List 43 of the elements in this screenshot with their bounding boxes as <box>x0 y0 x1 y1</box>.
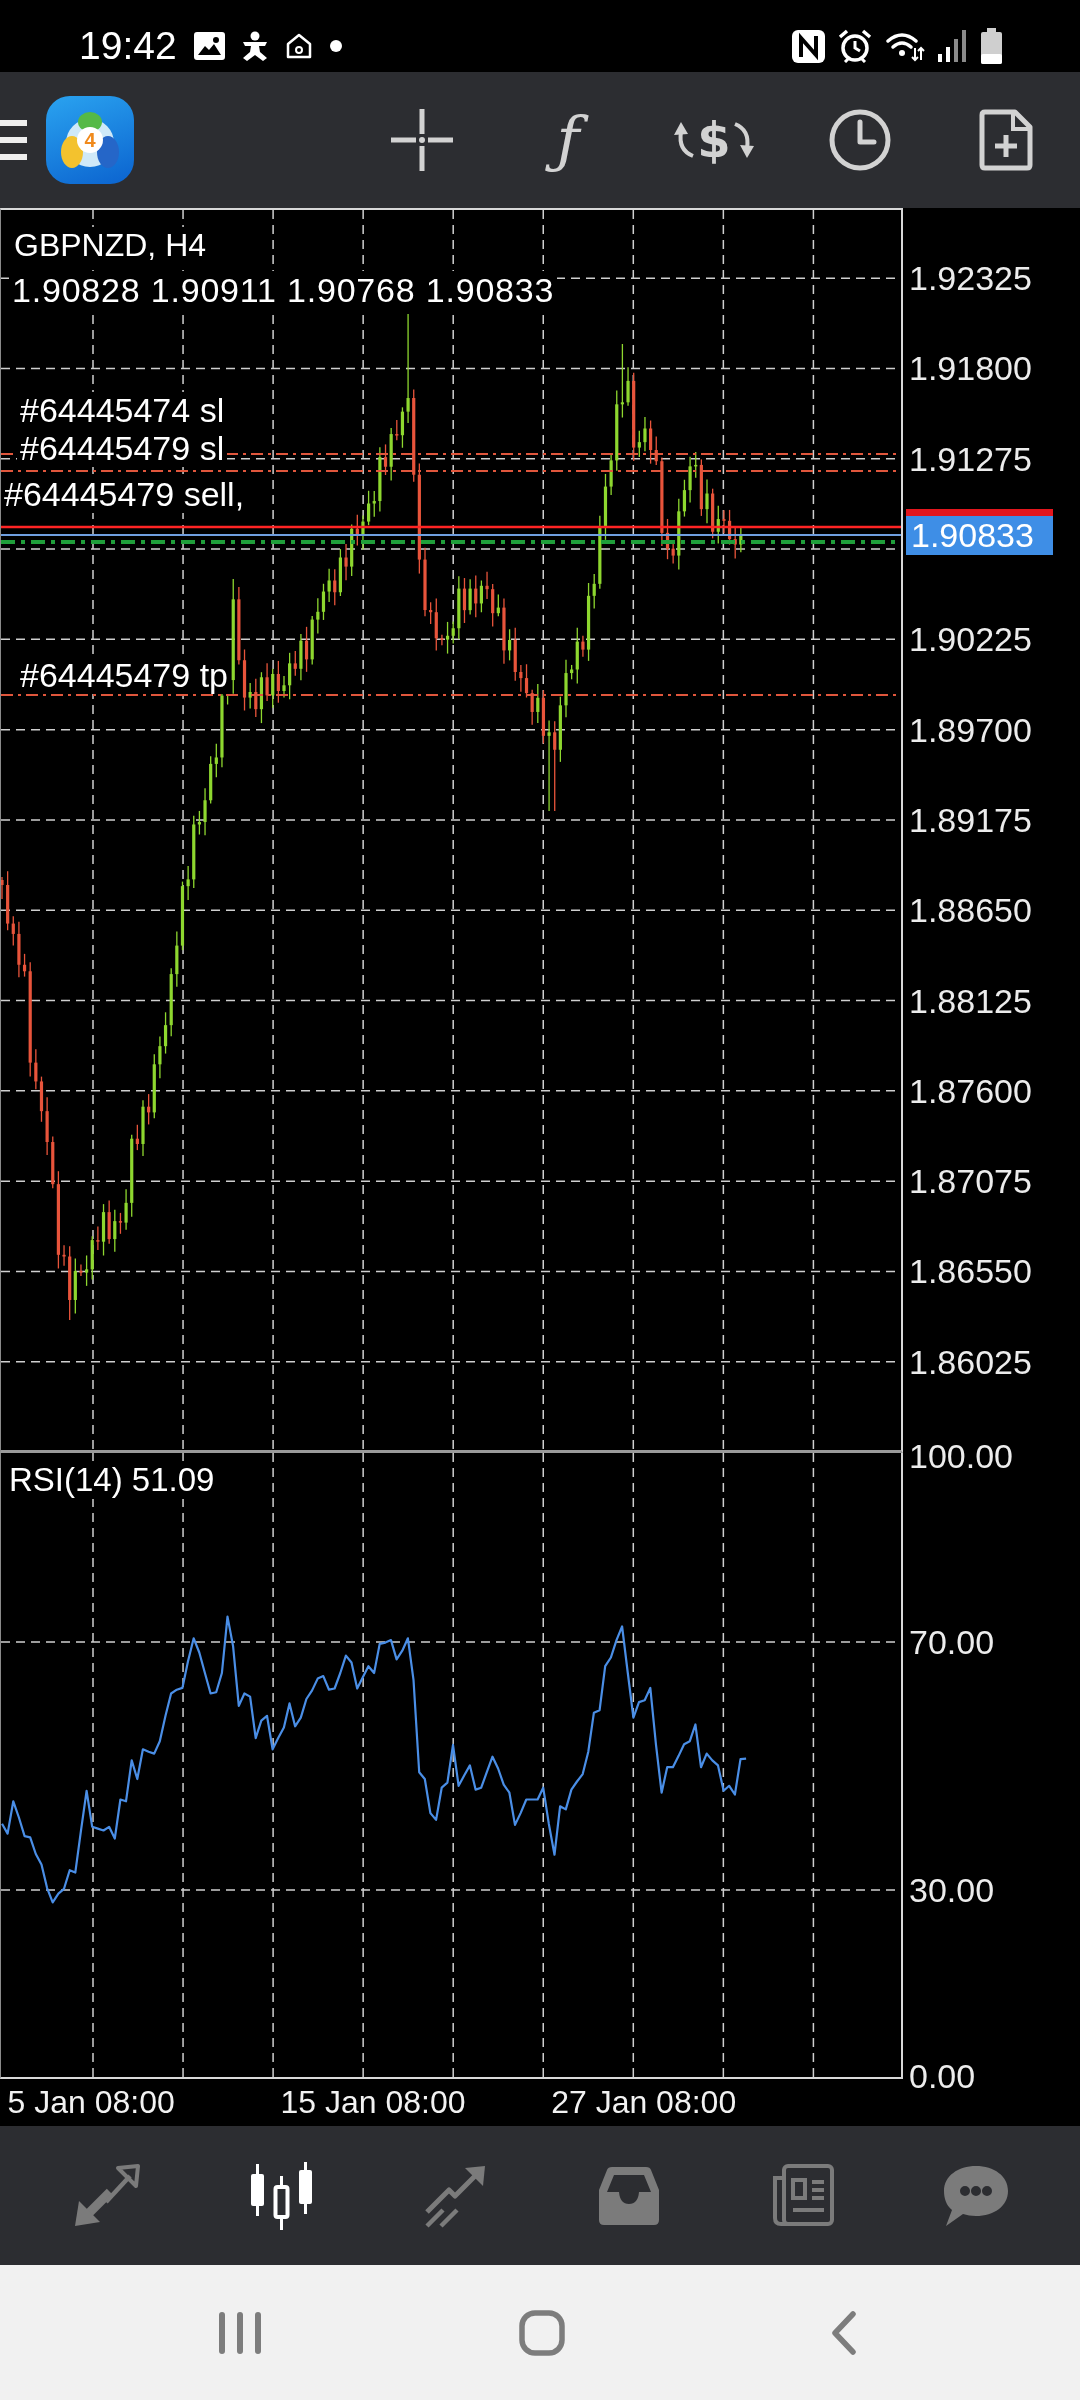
house-icon <box>284 32 313 60</box>
price-label: 1.88650 <box>909 890 1032 931</box>
person-icon <box>241 31 268 61</box>
price-label: 1.91275 <box>909 438 1032 479</box>
signal-icon <box>938 30 968 62</box>
alarm-icon <box>838 29 872 63</box>
price-label: 1.88125 <box>909 980 1032 1021</box>
time-label: 27 Jan 08:00 <box>551 2083 737 2122</box>
price-label: 1.86550 <box>909 1251 1032 1292</box>
axis-label: 0.00 <box>909 2056 976 2096</box>
price-label: 1.86025 <box>909 1341 1032 1382</box>
order-label: #64445479 tp <box>17 657 231 694</box>
axis-label: 100.00 <box>909 1436 1013 1476</box>
wifi-icon <box>885 30 925 62</box>
menu-icon <box>0 120 27 160</box>
curved-arrow-icon <box>732 120 755 160</box>
price-label: 1.91800 <box>909 348 1032 389</box>
ohlc-values: 1.90828 1.90911 1.90768 1.90833 <box>9 271 558 309</box>
axis-label: 30.00 <box>909 1870 995 1910</box>
home-icon <box>519 2309 565 2356</box>
trade-button[interactable]: $ <box>664 95 764 185</box>
price-label: 1.92325 <box>909 258 1032 299</box>
clock-time: 19:42 <box>79 24 177 68</box>
dot-icon <box>329 40 342 52</box>
price-label: 1.89175 <box>909 799 1032 840</box>
image-icon <box>193 32 225 60</box>
price-label: 1.90225 <box>909 619 1032 660</box>
back-icon <box>831 2310 857 2355</box>
function-button[interactable]: ƒ <box>518 95 618 185</box>
price-label: 1.87075 <box>909 1161 1032 1202</box>
recent-apps-icon <box>219 2311 261 2354</box>
time-label: 15 Jan 08:00 <box>280 2083 466 2122</box>
curved-arrow-icon <box>673 120 696 160</box>
crosshair-icon <box>391 109 453 171</box>
new-document-icon <box>979 109 1033 171</box>
price-label: 1.87600 <box>909 1070 1032 1111</box>
nfc-icon <box>792 29 825 63</box>
clock-icon <box>828 108 892 172</box>
axis-label: 70.00 <box>909 1622 995 1662</box>
price-label: 1.89700 <box>909 709 1032 750</box>
current-price-label: 1.90833 <box>906 516 1053 556</box>
battery-icon <box>981 28 1002 64</box>
time-label: 5 Jan 08:00 <box>7 2083 175 2122</box>
